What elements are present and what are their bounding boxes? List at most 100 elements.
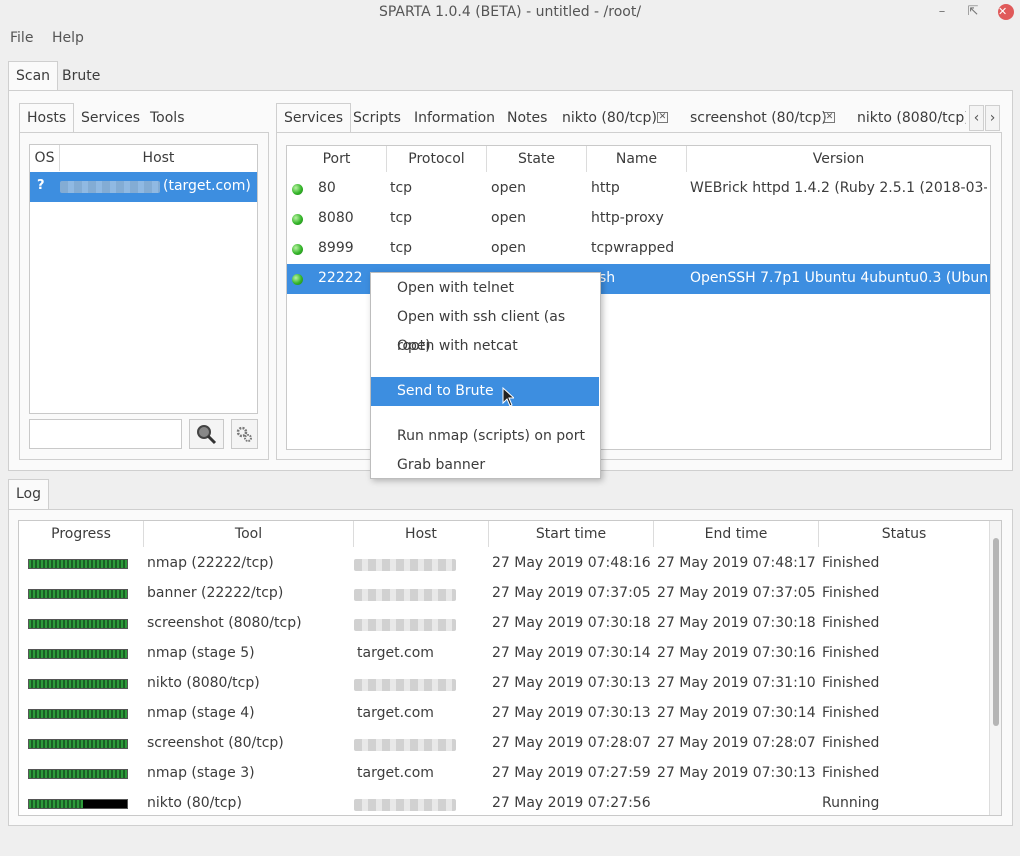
column-header-status[interactable]: Status (819, 521, 989, 547)
end-time-cell: 27 May 2019 07:37:05 (657, 585, 816, 601)
scrollbar-thumb[interactable] (993, 538, 999, 726)
host-filter-input[interactable] (29, 419, 182, 449)
protocol-cell: tcp (390, 180, 413, 196)
state-cell: open (491, 180, 526, 196)
name-cell: http-proxy (591, 210, 664, 226)
status-dot-icon (292, 244, 303, 255)
end-time-cell: 27 May 2019 07:48:17 (657, 555, 816, 571)
column-header-state[interactable]: State (487, 146, 587, 172)
tab-nikto-80[interactable]: nikto (80/tcp) (554, 103, 665, 133)
log-row[interactable]: nmap (stage 5) target.com 27 May 2019 07:3… (19, 639, 987, 669)
tab-information[interactable]: Information (406, 103, 503, 133)
table-row[interactable]: 8080 tcp open http-proxy (287, 204, 990, 234)
column-header-version[interactable]: Version (687, 146, 990, 172)
host-row[interactable]: ? (target.com) (30, 172, 257, 202)
log-row[interactable]: nmap (22222/tcp) 27 May 2019 07:48:16 27 M… (19, 549, 987, 579)
hosts-table: OS Host ? (target.com) (29, 144, 258, 414)
filter-settings-button[interactable] (231, 419, 258, 449)
menu-item-grab-banner[interactable]: Grab banner (371, 451, 599, 480)
os-unknown-icon: ? (37, 178, 45, 193)
redacted-host (354, 589, 456, 601)
status-cell: Finished (822, 645, 880, 661)
tab-right-services[interactable]: Services (276, 103, 352, 133)
column-header-name[interactable]: Name (587, 146, 687, 172)
tab-services[interactable]: Services (73, 103, 148, 133)
tab-tools[interactable]: Tools (142, 103, 193, 133)
column-header-port[interactable]: Port (287, 146, 387, 172)
log-row[interactable]: screenshot (80/tcp) 27 May 2019 07:28:07 2… (19, 729, 987, 759)
redacted-host (354, 739, 456, 751)
start-time-cell: 27 May 2019 07:27:56 (492, 795, 651, 811)
status-cell: Finished (822, 615, 880, 631)
tool-cell: nikto (8080/tcp) (147, 675, 260, 691)
protocol-cell: tcp (390, 210, 413, 226)
redacted-host (354, 559, 456, 571)
search-icon (197, 425, 217, 445)
status-dot-icon (292, 274, 303, 285)
state-cell: open (491, 210, 526, 226)
log-row[interactable]: nikto (8080/tcp) 27 May 2019 07:30:13 27 M… (19, 669, 987, 699)
chevron-left-icon[interactable]: ‹ (969, 105, 984, 131)
progress-bar (28, 589, 128, 599)
tab-hosts[interactable]: Hosts (19, 103, 75, 133)
minimize-icon[interactable]: – (933, 3, 951, 21)
menu-item-open-ssh[interactable]: Open with ssh client (as root) (371, 303, 599, 354)
progress-bar (28, 559, 128, 569)
status-dot-icon (292, 184, 303, 195)
maximize-icon[interactable]: ⇱ (964, 3, 982, 21)
close-icon[interactable]: ✕ (998, 4, 1014, 20)
log-row[interactable]: nikto (80/tcp) 27 May 2019 07:27:56 Runnin… (19, 789, 987, 815)
column-header-protocol[interactable]: Protocol (387, 146, 487, 172)
tab-screenshot-80[interactable]: screenshot (80/tcp) (682, 103, 835, 133)
menu-item-open-telnet[interactable]: Open with telnet (371, 274, 599, 303)
tab-close-icon[interactable]: ✕ (824, 112, 835, 123)
column-header-os[interactable]: OS (30, 145, 60, 171)
tab-log[interactable]: Log (8, 479, 50, 510)
tab-scan[interactable]: Scan (8, 61, 59, 91)
log-row[interactable]: nmap (stage 4) target.com 27 May 2019 07:3… (19, 699, 987, 729)
menu-item-open-netcat[interactable]: Open with netcat (371, 332, 599, 361)
progress-bar (28, 679, 128, 689)
column-header-progress[interactable]: Progress (19, 521, 144, 547)
name-cell: sh (599, 270, 616, 286)
table-row[interactable]: 80 tcp open http WEBrick httpd 1.4.2 (Ru… (287, 174, 990, 204)
tab-nikto-8080[interactable]: nikto (8080/tcp) (849, 103, 967, 133)
tab-scripts[interactable]: Scripts (345, 103, 409, 133)
log-row[interactable]: screenshot (8080/tcp) 27 May 2019 07:30:1… (19, 609, 987, 639)
column-header-end-time[interactable]: End time (654, 521, 819, 547)
menu-help[interactable]: Help (52, 30, 84, 46)
window-title: SPARTA 1.0.4 (BETA) - untitled - /root/ (378, 4, 642, 20)
end-time-cell: 27 May 2019 07:30:14 (657, 705, 816, 721)
log-row[interactable]: nmap (stage 3) target.com 27 May 2019 07:2… (19, 759, 987, 789)
column-header-tool[interactable]: Tool (144, 521, 354, 547)
port-cell: 80 (318, 180, 336, 196)
menu-file[interactable]: File (10, 30, 33, 46)
chevron-right-icon[interactable]: › (985, 105, 1000, 131)
tool-cell: screenshot (80/tcp) (147, 735, 284, 751)
column-header-host[interactable]: Host (60, 145, 257, 171)
column-header-start-time[interactable]: Start time (489, 521, 654, 547)
tab-close-icon[interactable]: ✕ (657, 112, 668, 123)
start-time-cell: 27 May 2019 07:37:05 (492, 585, 651, 601)
menu-item-send-to-brute[interactable]: Send to Brute (371, 377, 599, 406)
column-header-host[interactable]: Host (354, 521, 489, 547)
start-time-cell: 27 May 2019 07:27:59 (492, 765, 651, 781)
status-cell: Finished (822, 765, 880, 781)
tab-notes[interactable]: Notes (499, 103, 555, 133)
start-time-cell: 27 May 2019 07:30:18 (492, 615, 651, 631)
log-scrollbar[interactable] (989, 521, 1001, 815)
log-row[interactable]: banner (22222/tcp) 27 May 2019 07:37:05 27… (19, 579, 987, 609)
end-time-cell: 27 May 2019 07:30:16 (657, 645, 816, 661)
status-cell: Finished (822, 585, 880, 601)
name-cell: http (591, 180, 620, 196)
status-dot-icon (292, 214, 303, 225)
tool-cell: nmap (stage 5) (147, 645, 255, 661)
redacted-host (354, 679, 456, 691)
end-time-cell: 27 May 2019 07:31:10 (657, 675, 816, 691)
search-button[interactable] (189, 419, 224, 449)
tab-brute[interactable]: Brute (54, 61, 108, 91)
table-row[interactable]: 8999 tcp open tcpwrapped (287, 234, 990, 264)
host-name: (target.com) (163, 178, 251, 194)
menu-item-run-nmap-scripts[interactable]: Run nmap (scripts) on port (371, 422, 599, 451)
port-cell: 8999 (318, 240, 354, 256)
